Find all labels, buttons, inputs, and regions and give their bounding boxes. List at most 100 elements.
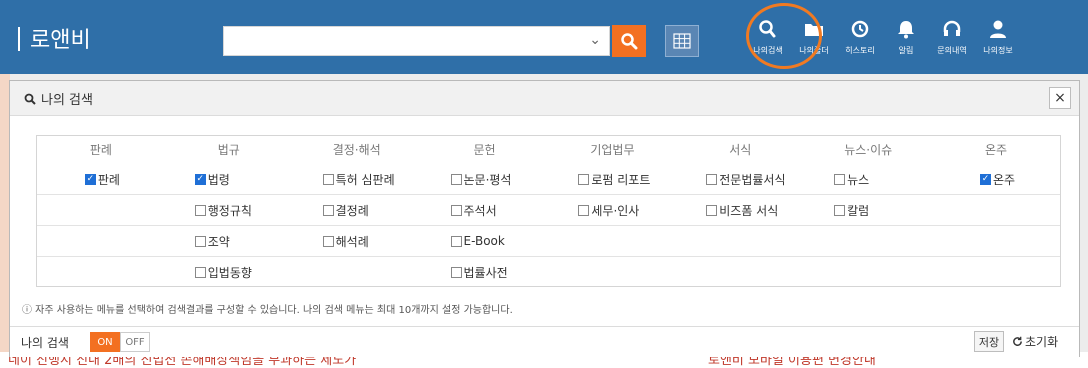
category-cell: ✓ 판례 xyxy=(37,164,165,194)
option-label: 논문·평석 xyxy=(463,172,512,187)
category-row: ✓ 판례 ✓ 법령 특허 심판례 논문·평석 로펌 리포트 전문법률서식 뉴스 ✓ 온주 xyxy=(37,164,1060,194)
modal-header: 나의 검색 × xyxy=(10,81,1079,116)
category-cell: 비즈폼 서식 xyxy=(676,195,804,225)
modal-title: 나의 검색 xyxy=(24,89,93,108)
checkbox[interactable] xyxy=(578,173,590,185)
option-label: 칼럼 xyxy=(847,203,870,218)
reset-label: 초기화 xyxy=(1025,335,1059,349)
checkbox[interactable] xyxy=(834,173,846,185)
category-header: 기업법무 xyxy=(590,143,635,157)
nav-alerts[interactable]: 알림 xyxy=(883,19,929,56)
modal-footer: 나의 검색 ON OFF 저장 초기화 xyxy=(10,326,1079,357)
toggle-off[interactable]: OFF xyxy=(120,332,150,352)
category-option[interactable]: 로펌 리포트 xyxy=(578,171,664,188)
category-cell xyxy=(549,226,677,256)
category-cell: ✓ 법령 xyxy=(165,164,293,194)
checkbox[interactable] xyxy=(450,266,462,278)
category-option[interactable]: 논문·평석 xyxy=(450,171,537,188)
option-label: 세무·인사 xyxy=(591,203,640,218)
category-row: 조약 해석례 E-Book xyxy=(37,225,1060,256)
category-option[interactable]: 해석례 xyxy=(322,233,409,250)
grid-menu-button[interactable] xyxy=(665,25,699,57)
category-option[interactable]: E-Book xyxy=(450,234,537,248)
my-search-modal: 나의 검색 × 판례 법규 결정·해석 문헌 기업법무 서식 뉴스·이슈 온주 ✓ 판례 ✓ 법령 특… xyxy=(9,80,1080,357)
category-cell xyxy=(293,257,421,287)
history-icon xyxy=(851,20,869,38)
category-option[interactable]: 입법동향 xyxy=(194,264,281,281)
checkbox[interactable] xyxy=(450,204,462,216)
toggle-on[interactable]: ON xyxy=(90,332,120,352)
category-option[interactable]: ✓ 판례 xyxy=(84,171,153,188)
close-button[interactable]: × xyxy=(1049,87,1071,109)
category-option[interactable]: ✓ 온주 xyxy=(980,171,1048,188)
category-cell: 칼럼 xyxy=(804,195,932,225)
category-cell: 행정규칙 xyxy=(165,195,293,225)
category-cell xyxy=(676,257,804,287)
category-option[interactable]: 전문법률서식 xyxy=(706,171,792,188)
checkbox-checked[interactable]: ✓ xyxy=(194,173,206,185)
info-hint: ⓘ 자주 사용하는 메뉴를 선택하여 검색결과를 구성할 수 있습니다. 나의 … xyxy=(22,305,513,316)
option-label: 법령 xyxy=(207,172,230,187)
checkbox-checked[interactable]: ✓ xyxy=(84,173,96,185)
category-header: 문헌 xyxy=(473,143,496,157)
search-button[interactable] xyxy=(612,25,646,57)
category-cell: 세무·인사 xyxy=(549,195,677,225)
category-cell xyxy=(37,257,165,287)
category-option[interactable]: 칼럼 xyxy=(834,202,920,219)
category-option[interactable]: 주석서 xyxy=(450,202,537,219)
option-label: 온주 xyxy=(993,172,1016,187)
category-option[interactable]: 법률사전 xyxy=(450,264,537,281)
checkbox[interactable] xyxy=(706,204,718,216)
category-cell: 해석례 xyxy=(293,226,421,256)
category-cell: 조약 xyxy=(165,226,293,256)
search-input[interactable] xyxy=(232,28,576,56)
checkbox[interactable] xyxy=(450,173,462,185)
category-header: 뉴스·이슈 xyxy=(844,143,893,157)
category-cell: 전문법률서식 xyxy=(676,164,804,194)
category-cell xyxy=(932,257,1060,287)
checkbox[interactable] xyxy=(834,204,846,216)
nav-inquiries[interactable]: 문의내역 xyxy=(929,19,975,56)
checkbox[interactable] xyxy=(194,204,206,216)
checkbox[interactable] xyxy=(322,173,334,185)
checkbox[interactable] xyxy=(322,235,334,247)
category-table: 판례 법규 결정·해석 문헌 기업법무 서식 뉴스·이슈 온주 ✓ 판례 ✓ 법령 특허 심판례 논문·… xyxy=(36,135,1061,287)
nav-history[interactable]: 히스토리 xyxy=(837,19,883,56)
category-option[interactable]: 행정규칙 xyxy=(194,202,281,219)
category-cell xyxy=(804,257,932,287)
close-icon: × xyxy=(1054,90,1066,106)
category-option[interactable]: 특허 심판례 xyxy=(322,171,409,188)
category-cell: 로펌 리포트 xyxy=(549,164,677,194)
category-header: 결정·해석 xyxy=(332,143,381,157)
nav-label: 알림 xyxy=(898,46,914,55)
option-label: 해석례 xyxy=(335,234,369,249)
category-cell: 결정례 xyxy=(293,195,421,225)
category-option[interactable]: 비즈폼 서식 xyxy=(706,202,792,219)
checkbox[interactable] xyxy=(322,204,334,216)
category-cell xyxy=(37,226,165,256)
brand-logo[interactable]: 로앤비 xyxy=(18,22,91,54)
checkbox-checked[interactable]: ✓ xyxy=(980,173,991,185)
category-cell: 특허 심판례 xyxy=(293,164,421,194)
my-search-toggle[interactable]: ON OFF xyxy=(90,332,150,352)
category-option[interactable]: 세무·인사 xyxy=(578,202,664,219)
category-cell: 논문·평석 xyxy=(421,164,549,194)
category-option[interactable]: 조약 xyxy=(194,233,281,250)
checkbox[interactable] xyxy=(194,235,206,247)
category-option[interactable]: 결정례 xyxy=(322,202,409,219)
category-header-row: 판례 법규 결정·해석 문헌 기업법무 서식 뉴스·이슈 온주 xyxy=(37,136,1060,164)
chevron-down-icon[interactable]: ⌄ xyxy=(589,32,601,48)
save-button[interactable]: 저장 xyxy=(974,331,1004,352)
option-label: 로펌 리포트 xyxy=(591,172,651,187)
checkbox[interactable] xyxy=(194,266,206,278)
category-option[interactable]: 뉴스 xyxy=(834,171,920,188)
category-cell xyxy=(804,226,932,256)
checkbox[interactable] xyxy=(706,173,718,185)
search-box[interactable]: ⌄ xyxy=(223,26,610,56)
checkbox[interactable] xyxy=(578,204,590,216)
reset-button[interactable]: 초기화 xyxy=(1012,333,1058,350)
nav-label: 히스토리 xyxy=(845,46,875,55)
nav-my-info[interactable]: 나의정보 xyxy=(975,19,1021,56)
checkbox[interactable] xyxy=(450,235,462,247)
category-option[interactable]: ✓ 법령 xyxy=(194,171,281,188)
